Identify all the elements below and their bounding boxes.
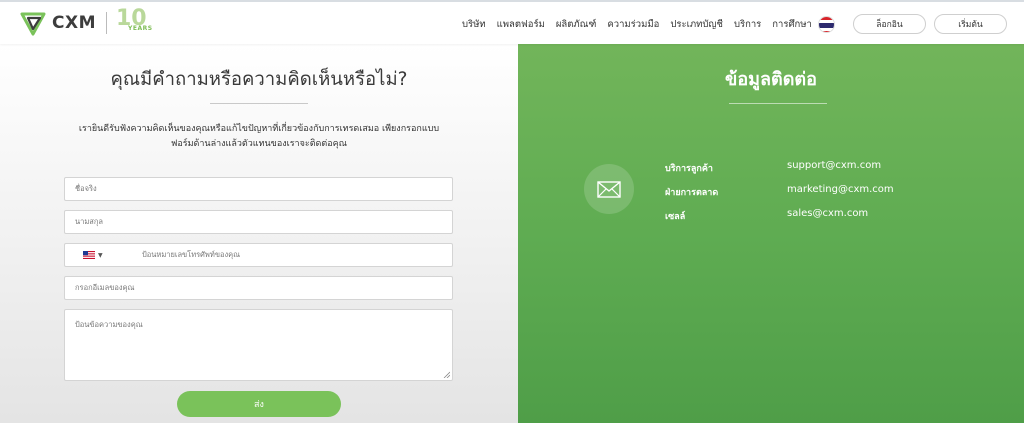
nav-item-partnership[interactable]: ความร่วมมือ — [607, 17, 659, 32]
contact-form-panel: คุณมีคำถามหรือความคิดเห็นหรือไม่? เรายิน… — [0, 44, 518, 423]
cxm-logo-icon — [20, 12, 46, 36]
years-label: YEARS — [128, 25, 153, 32]
contact-title: ข้อมูลติดต่อ — [725, 69, 817, 90]
email-placeholder: กรอกอีเมลของคุณ — [75, 283, 135, 292]
submit-button[interactable]: ส่ง — [177, 391, 341, 417]
chevron-down-icon: ▼ — [98, 251, 103, 259]
brand-logo[interactable]: CXM 10 YEARS — [20, 6, 153, 36]
contact-label-customer-service: บริการลูกค้า — [665, 164, 713, 174]
last-name-placeholder: นามสกุล — [75, 217, 103, 226]
main-nav: บริษัท แพลตฟอร์ม ผลิตภัณฑ์ ความร่วมมือ ป… — [462, 17, 823, 32]
contact-info-panel: ข้อมูลติดต่อ บริการลูกค้า support@cxm.co… — [518, 44, 1024, 423]
contact-label-sales: เซลล์ — [665, 212, 686, 222]
contact-page: CXM 10 YEARS บริษัท แพลตฟอร์ม ผลิตภัณฑ์ … — [0, 0, 1024, 423]
login-button[interactable]: ล็อกอิน — [853, 14, 926, 34]
last-name-input[interactable]: นามสกุล — [64, 210, 453, 234]
nav-item-company[interactable]: บริษัท — [462, 17, 486, 32]
phone-country-select[interactable]: ▼ — [65, 251, 139, 259]
thailand-flag-icon[interactable] — [818, 16, 835, 33]
contact-email-marketing[interactable]: marketing@cxm.com — [787, 184, 894, 195]
contact-email-sales[interactable]: sales@cxm.com — [787, 208, 868, 219]
resize-handle-icon[interactable] — [443, 371, 450, 378]
nav-item-platforms[interactable]: แพลตฟอร์ม — [497, 17, 545, 32]
get-started-button[interactable]: เริ่มต้น — [934, 14, 1007, 34]
contact-email-support[interactable]: support@cxm.com — [787, 160, 881, 171]
form-title: คุณมีคำถามหรือความคิดเห็นหรือไม่? — [110, 69, 408, 90]
email-input[interactable]: กรอกอีเมลของคุณ — [64, 276, 453, 300]
first-name-input[interactable]: ชื่อจริง — [64, 177, 453, 201]
message-placeholder: ป้อนข้อความของคุณ — [75, 320, 143, 329]
contact-title-divider — [729, 103, 827, 104]
ten-years-badge: 10 YEARS — [116, 6, 153, 36]
form-description-line-1: เรายินดีรับฟังความคิดเห็นของคุณหรือแก้ไข… — [78, 124, 440, 134]
brand-name: CXM — [52, 13, 96, 33]
logo-divider — [106, 12, 107, 34]
envelope-icon — [584, 164, 634, 214]
top-navbar: CXM 10 YEARS บริษัท แพลตฟอร์ม ผลิตภัณฑ์ … — [0, 0, 1024, 44]
us-flag-icon — [83, 251, 95, 259]
first-name-placeholder: ชื่อจริง — [75, 184, 97, 193]
form-title-divider — [210, 103, 308, 104]
form-description: เรายินดีรับฟังความคิดเห็นของคุณหรือแก้ไข… — [60, 122, 458, 152]
form-description-line-2: ฟอร์มด้านล่างแล้วตัวแทนของเราจะติดต่อคุณ — [170, 139, 348, 149]
phone-placeholder: ป้อนหมายเลขโทรศัพท์ของคุณ — [142, 250, 241, 259]
message-textarea[interactable]: ป้อนข้อความของคุณ — [64, 309, 453, 381]
contact-label-marketing: ฝ่ายการตลาด — [665, 188, 719, 198]
nav-item-products[interactable]: ผลิตภัณฑ์ — [556, 17, 597, 32]
nav-item-services[interactable]: บริการ — [734, 17, 761, 32]
nav-item-account-types[interactable]: ประเภทบัญชี — [670, 17, 723, 32]
nav-item-education[interactable]: การศึกษา — [772, 17, 812, 32]
phone-input[interactable]: ▼ ป้อนหมายเลขโทรศัพท์ของคุณ — [64, 243, 453, 267]
